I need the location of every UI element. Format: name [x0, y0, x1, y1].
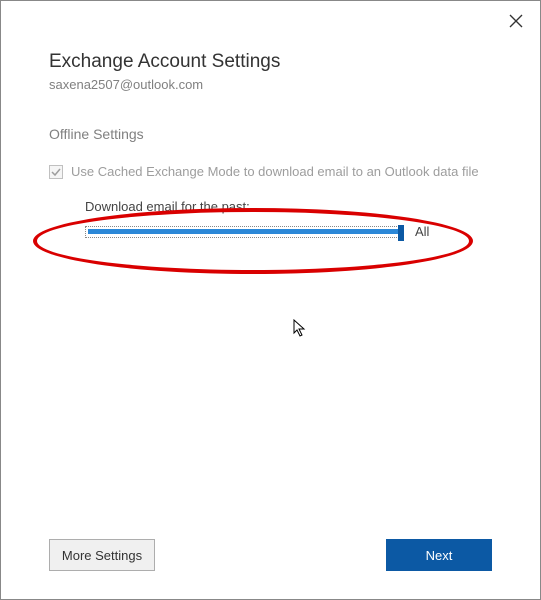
offline-settings-label: Offline Settings [49, 126, 492, 142]
download-past-label: Download email for the past: [85, 199, 492, 214]
slider-value-label: All [415, 224, 429, 239]
page-title: Exchange Account Settings [49, 51, 492, 73]
close-icon [509, 14, 523, 28]
cursor-icon [293, 319, 309, 344]
cached-mode-row: Use Cached Exchange Mode to download ema… [49, 164, 492, 179]
download-slider[interactable] [85, 226, 403, 238]
next-button[interactable]: Next [386, 539, 492, 571]
slider-thumb[interactable] [398, 225, 404, 241]
slider-fill [88, 229, 400, 234]
account-email: saxena2507@outlook.com [49, 77, 492, 92]
more-settings-button[interactable]: More Settings [49, 539, 155, 571]
exchange-settings-dialog: Exchange Account Settings saxena2507@out… [0, 0, 541, 600]
cached-mode-checkbox[interactable] [49, 165, 63, 179]
cached-mode-label: Use Cached Exchange Mode to download ema… [71, 164, 479, 179]
close-button[interactable] [506, 11, 526, 31]
checkmark-icon [51, 167, 61, 177]
